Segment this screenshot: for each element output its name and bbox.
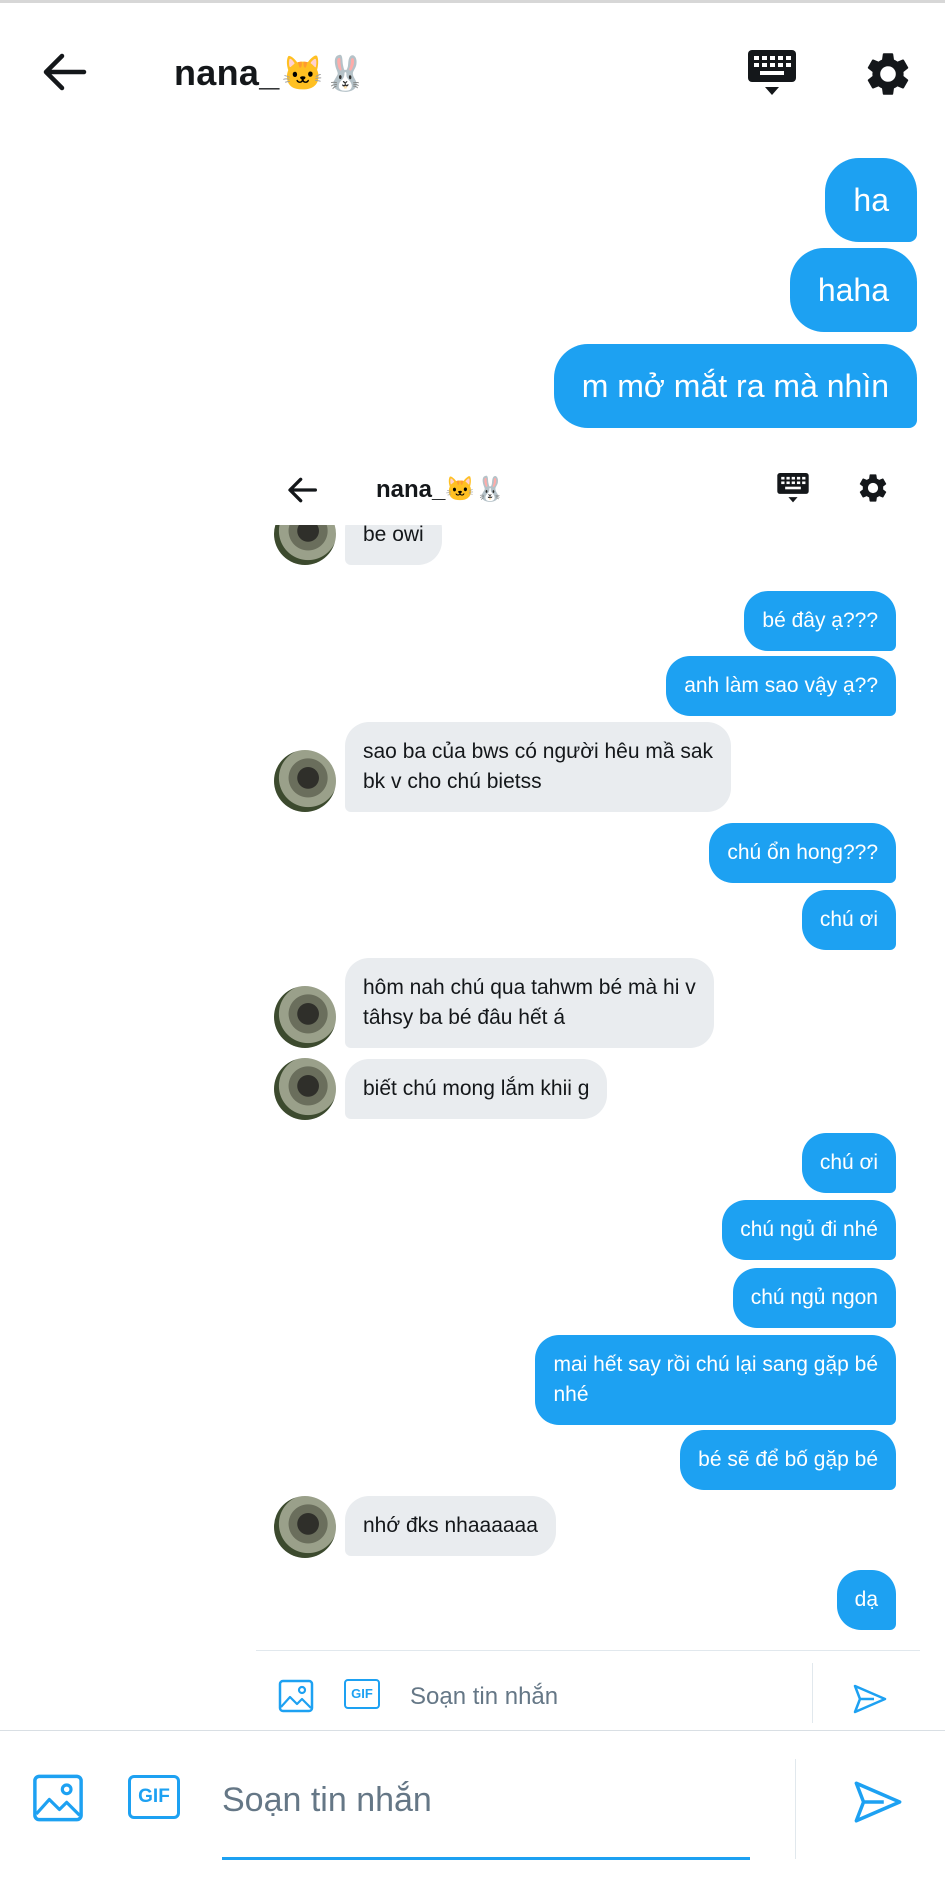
- inner-conversation-header: nana_🐱🐰: [256, 455, 920, 525]
- status-divider: [0, 0, 945, 3]
- send-icon[interactable]: [852, 1777, 904, 1827]
- message-bubble-received[interactable]: nhớ đks nhaaaaaa: [345, 1496, 556, 1556]
- gear-icon[interactable]: [862, 48, 914, 100]
- message-bubble-sent[interactable]: bé sẽ để bố gặp bé: [680, 1430, 896, 1490]
- gif-icon[interactable]: GIF: [128, 1775, 180, 1819]
- message-bubble-sent[interactable]: ha: [825, 158, 917, 242]
- message-composer: GIF Soạn tin nhắn: [0, 1730, 945, 1877]
- conversation-header: nana_🐱🐰: [0, 28, 945, 114]
- input-underline: [222, 1857, 750, 1860]
- image-icon[interactable]: [32, 1773, 84, 1823]
- message-bubble-received[interactable]: biết chú mong lắm khii g: [345, 1059, 608, 1119]
- avatar: [274, 1496, 336, 1558]
- contact-name: nana_: [376, 476, 446, 503]
- message-bubble-sent[interactable]: chú ngủ đi nhé: [722, 1200, 896, 1260]
- keyboard-icon[interactable]: [776, 471, 810, 505]
- message-bubble-sent[interactable]: chú ơi: [801, 1133, 896, 1193]
- message-bubble-sent[interactable]: bé đây ạ???: [744, 591, 896, 651]
- image-icon[interactable]: [278, 1679, 314, 1713]
- contact-emoji: 🐱🐰: [445, 476, 506, 503]
- message-bubble-sent[interactable]: mai hết say rồi chú lại sang gặp bé nhé: [535, 1335, 896, 1425]
- avatar: [274, 986, 336, 1048]
- back-arrow-icon[interactable]: [286, 475, 318, 505]
- message-bubble-sent[interactable]: chú ổn hong???: [709, 823, 896, 883]
- inner-conversation-title: nana_🐱🐰: [376, 475, 505, 504]
- gif-icon[interactable]: GIF: [344, 1679, 380, 1709]
- message-bubble-sent[interactable]: m mở mắt ra mà nhìn: [553, 344, 917, 428]
- clipped-message-row: be owi: [256, 525, 920, 575]
- avatar: [274, 1058, 336, 1120]
- message-bubble-sent[interactable]: chú ngủ ngon: [732, 1268, 896, 1328]
- message-bubble-sent[interactable]: haha: [789, 248, 917, 332]
- composer-divider: [812, 1663, 813, 1723]
- message-bubble-received[interactable]: hôm nah chú qua tahwm bé mà hi v tâhsy b…: [345, 958, 714, 1048]
- message-input[interactable]: Soạn tin nhắn: [410, 1683, 558, 1711]
- keyboard-icon[interactable]: [746, 48, 798, 98]
- composer-divider: [795, 1759, 796, 1859]
- contact-name: nana_: [174, 52, 280, 93]
- send-icon[interactable]: [852, 1683, 888, 1715]
- message-bubble-received[interactable]: be owi: [345, 525, 442, 565]
- conversation-title: nana_🐱🐰: [174, 52, 367, 94]
- avatar: [274, 750, 336, 812]
- gear-icon[interactable]: [856, 471, 890, 505]
- message-input[interactable]: Soạn tin nhắn: [222, 1781, 432, 1820]
- message-bubble-sent[interactable]: anh làm sao vậy ạ??: [666, 656, 896, 716]
- message-bubble-sent[interactable]: chú ơi: [801, 890, 896, 950]
- message-bubble-received[interactable]: sao ba của bws có người hêu mầ sak bk v …: [345, 722, 732, 812]
- avatar: [274, 525, 336, 565]
- contact-emoji: 🐱🐰: [281, 55, 367, 93]
- inner-composer: GIF Soạn tin nhắn: [256, 1650, 920, 1731]
- message-bubble-sent[interactable]: dạ: [836, 1570, 896, 1630]
- back-arrow-icon[interactable]: [40, 50, 88, 94]
